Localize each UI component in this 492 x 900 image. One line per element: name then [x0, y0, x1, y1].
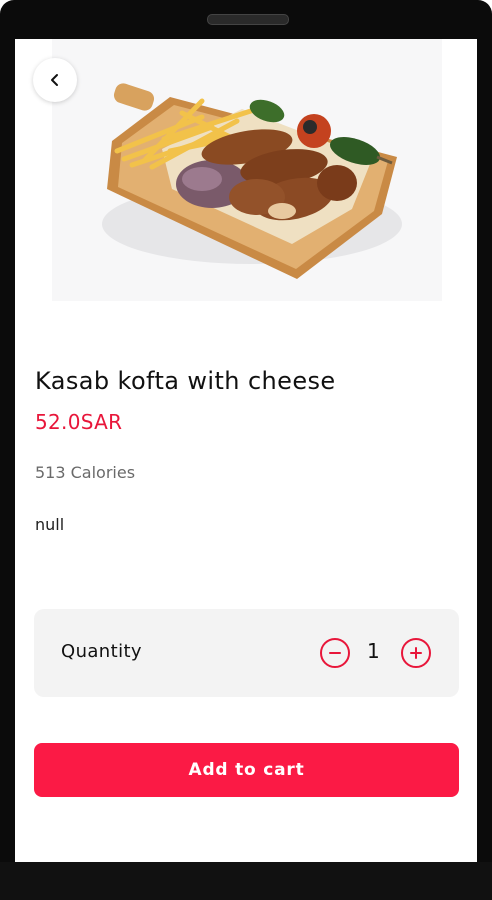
phone-frame: Kasab kofta with cheese 52.0SAR 513 Calo…: [0, 0, 492, 900]
phone-bottom-bezel: [0, 862, 492, 900]
product-title: Kasab kofta with cheese: [35, 367, 336, 395]
product-description: null: [35, 515, 65, 534]
add-to-cart-button[interactable]: Add to cart: [34, 743, 459, 797]
phone-speaker: [207, 14, 289, 25]
product-price: 52.0SAR: [35, 410, 123, 434]
back-button[interactable]: [33, 58, 77, 102]
add-to-cart-label: Add to cart: [188, 760, 305, 780]
product-image: [52, 39, 442, 301]
decrease-quantity-button[interactable]: [320, 638, 350, 668]
quantity-panel: Quantity 1: [34, 609, 459, 697]
quantity-label: Quantity: [61, 641, 142, 662]
minus-icon: [329, 652, 341, 654]
quantity-value: 1: [367, 639, 380, 663]
chevron-left-icon: [51, 74, 58, 86]
increase-quantity-button[interactable]: [401, 638, 431, 668]
product-calories: 513 Calories: [35, 463, 136, 482]
plus-icon: [410, 647, 422, 659]
product-image-graphic: [52, 39, 442, 301]
screen: Kasab kofta with cheese 52.0SAR 513 Calo…: [15, 39, 477, 862]
